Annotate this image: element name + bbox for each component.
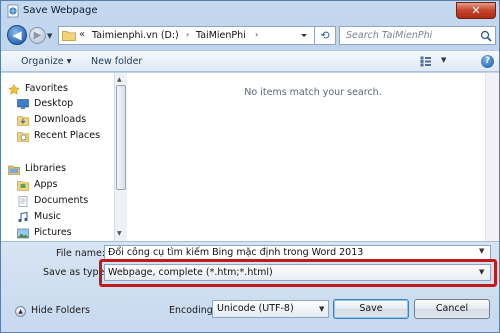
documents-icon xyxy=(18,196,28,207)
recent-places-icon xyxy=(17,132,29,142)
libraries-icon xyxy=(8,165,20,175)
cancel-button[interactable]: Cancel xyxy=(414,299,490,319)
nav-item-label: Downloads xyxy=(34,114,87,125)
search-placeholder: Search TaiMienPhi xyxy=(346,30,433,41)
back-button[interactable]: ◀ xyxy=(7,25,27,45)
help-icon[interactable]: ? xyxy=(481,55,494,68)
nav-item-label: Favorites xyxy=(25,83,68,94)
nav-item-label: Recent Places xyxy=(34,130,101,141)
encoding-select[interactable]: Unicode (UTF-8) xyxy=(212,300,329,318)
globe-page-icon xyxy=(7,4,19,18)
refresh-button[interactable]: ⟲ xyxy=(314,26,336,45)
hide-folders-label: Hide Folders xyxy=(31,305,90,316)
desktop-icon xyxy=(17,99,29,109)
breadcrumb-separator-icon[interactable]: › xyxy=(186,30,189,39)
search-box[interactable]: Search TaiMienPhi xyxy=(339,26,496,45)
command-toolbar: Organize ▾ New folder ▼ ? xyxy=(1,50,499,72)
view-options-chevron-icon[interactable]: ▼ xyxy=(441,56,446,64)
close-button[interactable]: ✕ xyxy=(456,2,496,19)
breadcrumb-folder[interactable]: TaiMienPhi xyxy=(196,30,246,41)
encoding-label: Encoding: xyxy=(169,305,216,316)
navigation-pane-scrollbar[interactable]: ▲ ▼ xyxy=(114,73,127,241)
file-list-scrollbar[interactable] xyxy=(485,73,499,241)
new-folder-button[interactable]: New folder xyxy=(91,56,142,67)
encoding-dropdown-icon[interactable]: ▼ xyxy=(319,305,324,313)
scrollbar-thumb[interactable] xyxy=(116,85,126,190)
save-as-type-label: Save as type: xyxy=(43,267,108,278)
folder-icon xyxy=(62,31,76,41)
forward-button[interactable]: ▶ xyxy=(29,27,46,44)
breadcrumb-separator-icon[interactable]: › xyxy=(255,30,258,39)
window-title: Save Webpage xyxy=(23,5,98,16)
breadcrumb-drive[interactable]: Taimienphi.vn (D:) xyxy=(92,30,179,41)
nav-item-label: Pictures xyxy=(34,227,72,238)
collapse-chevron-icon: ▲ xyxy=(15,306,26,317)
nav-item-label: Apps xyxy=(34,179,58,190)
downloads-icon xyxy=(17,116,29,126)
nav-item-label: Libraries xyxy=(25,163,67,174)
navigation-pane: Favorites Desktop Downloads Recent Place… xyxy=(1,73,126,241)
filename-dropdown-icon[interactable]: ▼ xyxy=(479,247,484,255)
navigation-bar: ◀ ▶ ▼ « Taimienphi.vn (D:) › TaiMienPhi … xyxy=(1,21,499,49)
nav-item-label: Documents xyxy=(34,195,89,206)
change-view-icon[interactable] xyxy=(420,56,432,67)
scroll-up-icon[interactable]: ▲ xyxy=(117,76,122,83)
title-bar: Save Webpage ✕ xyxy=(1,1,499,21)
save-webpage-dialog: Save Webpage ✕ ◀ ▶ ▼ « Taimienphi.vn (D:… xyxy=(0,0,500,333)
address-dropdown-icon[interactable] xyxy=(297,26,311,45)
address-bar[interactable]: « Taimienphi.vn (D:) › TaiMienPhi › xyxy=(58,26,336,45)
save-button[interactable]: Save xyxy=(333,299,409,319)
empty-results-message: No items match your search. xyxy=(244,87,382,98)
apps-icon xyxy=(17,181,29,191)
filename-label: File name: xyxy=(56,248,106,259)
star-icon xyxy=(8,84,20,95)
file-list[interactable]: No items match your search. xyxy=(127,73,499,241)
search-icon[interactable] xyxy=(480,30,492,42)
highlight-annotation xyxy=(99,259,497,287)
nav-item-label: Music xyxy=(34,211,62,222)
music-icon xyxy=(18,212,28,223)
scroll-down-icon[interactable]: ▼ xyxy=(117,230,122,237)
nav-item-label: Desktop xyxy=(34,98,74,109)
address-overflow-icon[interactable]: « xyxy=(79,29,85,40)
organize-button[interactable]: Organize ▾ xyxy=(21,56,71,67)
history-chevron-icon[interactable]: ▼ xyxy=(47,32,52,40)
pictures-icon xyxy=(17,228,29,239)
